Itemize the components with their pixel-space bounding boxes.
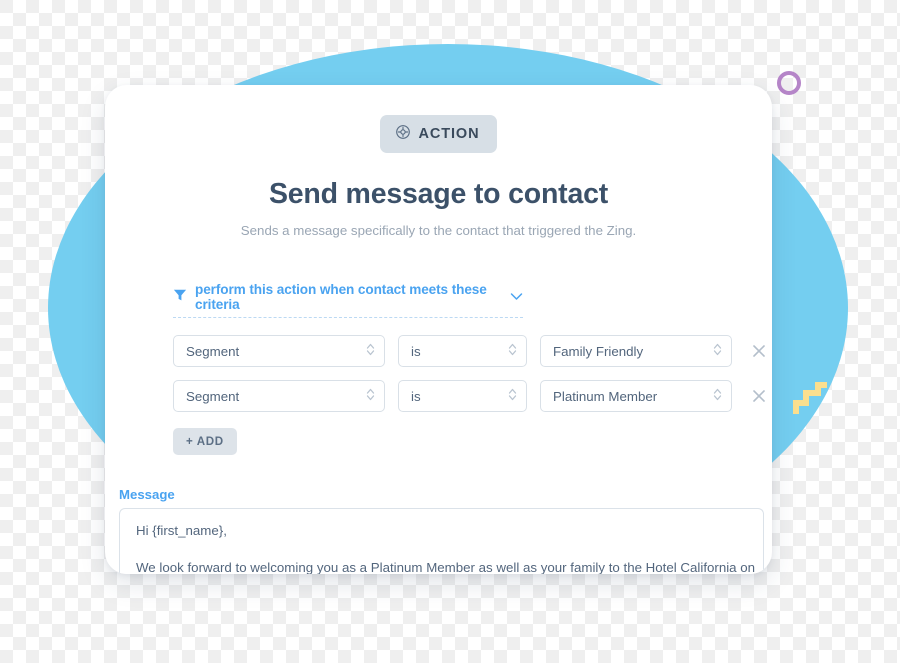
criteria-operator-select-1[interactable]: is (398, 380, 527, 412)
yellow-zigzag-decoration (793, 381, 828, 414)
select-arrows-icon (713, 388, 722, 405)
criteria-value-select-0[interactable]: Family Friendly (540, 335, 732, 367)
remove-criteria-button-1[interactable] (751, 388, 767, 404)
filter-icon (173, 288, 187, 307)
table-row: Segment is (173, 380, 772, 412)
gear-icon (395, 124, 411, 144)
select-arrows-icon (366, 343, 375, 360)
criteria-field-select-1[interactable]: Segment (173, 380, 385, 412)
criteria-value-text-0: Family Friendly (553, 343, 644, 359)
select-arrows-icon (713, 343, 722, 360)
select-arrows-icon (366, 388, 375, 405)
add-criteria-button[interactable]: + ADD (173, 428, 237, 455)
screenshot-stage: ACTION Send message to contact Sends a m… (0, 0, 900, 663)
criteria-rows: Segment is Family Friendly Segment is Pl… (173, 335, 772, 455)
message-textarea[interactable]: Hi {first_name}, We look forward to welc… (119, 508, 764, 574)
criteria-field-value-1: Segment (186, 388, 240, 404)
criteria-toggle[interactable]: perform this action when contact meets t… (173, 282, 523, 318)
action-card: ACTION Send message to contact Sends a m… (105, 85, 772, 574)
badge-row: ACTION (105, 115, 772, 153)
action-badge-label: ACTION (418, 126, 480, 142)
criteria-operator-select-0[interactable]: is (398, 335, 527, 367)
criteria-field-value-0: Segment (186, 343, 240, 359)
chevron-down-icon (510, 288, 523, 306)
page-title: Send message to contact (268, 178, 609, 210)
message-line-2: We look forward to welcoming you as a Pl… (136, 559, 756, 574)
select-arrows-icon (508, 343, 517, 360)
message-line-1: Hi {first_name}, (136, 523, 227, 538)
table-row: Segment is (173, 335, 772, 367)
action-badge[interactable]: ACTION (379, 115, 498, 153)
criteria-value-select-1[interactable]: Platinum Member (540, 380, 732, 412)
message-label: Message (119, 487, 175, 502)
page-subtitle: Sends a message specifically to the cont… (240, 223, 637, 238)
criteria-toggle-label: perform this action when contact meets t… (195, 282, 487, 312)
criteria-operator-value-1: is (411, 388, 421, 404)
criteria-value-text-1: Platinum Member (553, 388, 658, 404)
criteria-field-select-0[interactable]: Segment (173, 335, 385, 367)
select-arrows-icon (508, 388, 517, 405)
remove-criteria-button-0[interactable] (751, 343, 767, 359)
purple-ring-decoration (777, 71, 801, 95)
criteria-operator-value-0: is (411, 343, 421, 359)
